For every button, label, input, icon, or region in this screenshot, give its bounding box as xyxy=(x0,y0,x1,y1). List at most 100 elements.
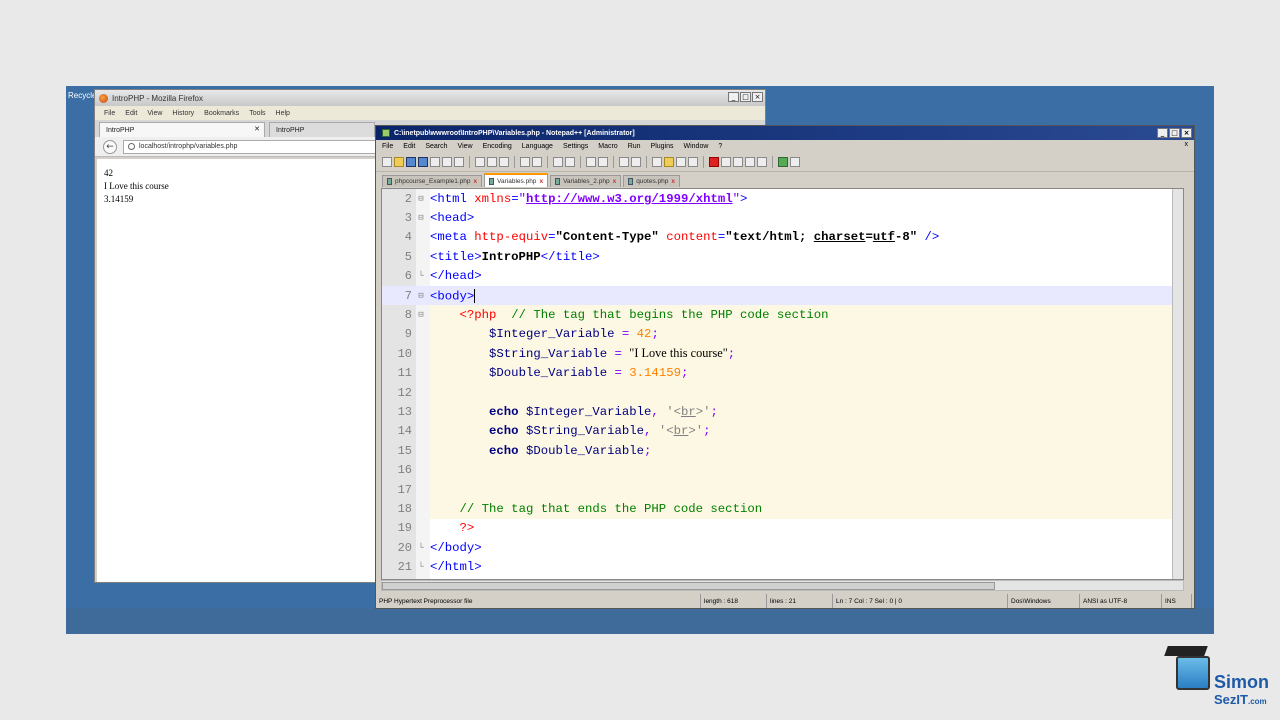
sync-vertical-icon[interactable] xyxy=(619,157,629,167)
run-macro-multiple-icon[interactable] xyxy=(745,157,755,167)
menu-window[interactable]: Window xyxy=(684,143,709,150)
record-macro-icon[interactable] xyxy=(709,157,719,167)
plugin-icon[interactable] xyxy=(790,157,800,167)
find-icon[interactable] xyxy=(553,157,563,167)
menu-view[interactable]: View xyxy=(147,110,162,117)
close-tab-icon[interactable]: x xyxy=(613,178,617,185)
doc-tab-variables-2[interactable]: Variables_2.php x xyxy=(550,175,622,187)
code-line-current[interactable]: 7 ⊟ <body> xyxy=(382,286,1183,306)
menu-bookmarks[interactable]: Bookmarks xyxy=(204,110,239,117)
menu-file[interactable]: File xyxy=(382,143,393,150)
close-all-icon[interactable] xyxy=(442,157,452,167)
menu-plugins[interactable]: Plugins xyxy=(651,143,674,150)
indent-guide-icon[interactable] xyxy=(676,157,686,167)
code-line[interactable]: 4 <meta http-equiv="Content-Type" content… xyxy=(382,228,1183,247)
menu-edit[interactable]: Edit xyxy=(125,110,137,117)
fold-marker-icon[interactable]: ⊟ xyxy=(412,310,430,320)
zoom-out-icon[interactable] xyxy=(598,157,608,167)
code-line[interactable]: 21 └ </html> xyxy=(382,558,1183,577)
code-line[interactable]: 6 └ </head> xyxy=(382,267,1183,286)
fold-marker-icon[interactable]: ⊟ xyxy=(412,291,430,301)
menu-run[interactable]: Run xyxy=(628,143,641,150)
paste-icon[interactable] xyxy=(499,157,509,167)
menu-edit[interactable]: Edit xyxy=(403,143,415,150)
user-language-icon[interactable] xyxy=(688,157,698,167)
menu-language[interactable]: Language xyxy=(522,143,553,150)
code-editor[interactable]: 2 ⊟ <html xmlns="http://www.w3.org/1999/xh… xyxy=(381,188,1184,580)
menu-help[interactable]: ? xyxy=(718,143,722,150)
close-tab-icon[interactable]: x xyxy=(671,178,675,185)
vertical-scrollbar[interactable] xyxy=(1172,189,1183,579)
play-macro-icon[interactable] xyxy=(733,157,743,167)
close-button[interactable]: × xyxy=(752,92,763,102)
new-file-icon[interactable] xyxy=(382,157,392,167)
close-file-icon[interactable] xyxy=(430,157,440,167)
code-line[interactable]: 13 echo $Integer_Variable, '<br>'; xyxy=(382,402,1183,421)
spell-check-icon[interactable] xyxy=(778,157,788,167)
show-all-chars-icon[interactable] xyxy=(664,157,674,167)
tab-intro-php[interactable]: IntroPHP xyxy=(269,122,375,137)
code-line[interactable]: 15 echo $Double_Variable; xyxy=(382,441,1183,460)
tab-label: IntroPHP xyxy=(276,126,305,134)
print-icon[interactable] xyxy=(454,157,464,167)
code-line[interactable]: 2 ⊟ <html xmlns="http://www.w3.org/1999/xh… xyxy=(382,189,1183,208)
code-line[interactable]: 8 ⊟ <?php // The tag that begins the PHP … xyxy=(382,305,1183,324)
save-macro-icon[interactable] xyxy=(757,157,767,167)
menu-view[interactable]: View xyxy=(458,143,473,150)
copy-icon[interactable] xyxy=(487,157,497,167)
close-button[interactable]: × xyxy=(1181,128,1192,138)
code-line[interactable]: 16 xyxy=(382,461,1183,480)
code-line[interactable]: 17 xyxy=(382,480,1183,499)
undo-icon[interactable] xyxy=(520,157,530,167)
minimize-button[interactable]: _ xyxy=(728,92,739,102)
code-line[interactable]: 3 ⊟ <head> xyxy=(382,208,1183,227)
replace-icon[interactable] xyxy=(565,157,575,167)
redo-icon[interactable] xyxy=(532,157,542,167)
tab-close-icon[interactable]: ✕ xyxy=(254,125,260,133)
npp-titlebar[interactable]: C:\inetpub\wwwroot\IntroPHP\Variables.ph… xyxy=(376,126,1194,140)
code-line[interactable]: 10 $String_Variable = "I Love this cours… xyxy=(382,344,1183,363)
url-bar[interactable]: localhost/introphp/variables.php xyxy=(123,139,383,154)
tab-intro-php-active[interactable]: IntroPHP ✕ xyxy=(99,122,265,137)
scrollbar-thumb[interactable] xyxy=(382,582,995,590)
cut-icon[interactable] xyxy=(475,157,485,167)
code-line[interactable]: 19 ?> xyxy=(382,519,1183,538)
menu-search[interactable]: Search xyxy=(425,143,447,150)
menu-encoding[interactable]: Encoding xyxy=(483,143,512,150)
doc-tab-variables[interactable]: Variables.php x xyxy=(484,173,549,187)
code-line[interactable]: 20 └ </body> xyxy=(382,538,1183,557)
menu-settings[interactable]: Settings xyxy=(563,143,588,150)
doc-tab-quotes[interactable]: quotes.php x xyxy=(623,175,680,187)
menu-macro[interactable]: Macro xyxy=(598,143,617,150)
fold-marker-icon[interactable]: ⊟ xyxy=(412,213,430,223)
maximize-button[interactable]: □ xyxy=(1169,128,1180,138)
word-wrap-icon[interactable] xyxy=(652,157,662,167)
sync-horizontal-icon[interactable] xyxy=(631,157,641,167)
close-tab-icon[interactable]: x xyxy=(474,178,478,185)
menu-file[interactable]: File xyxy=(104,110,115,117)
back-arrow-icon[interactable]: ← xyxy=(103,139,117,154)
close-tab-icon[interactable]: x xyxy=(539,178,543,185)
close-doc-icon[interactable]: x xyxy=(1185,141,1189,148)
open-file-icon[interactable] xyxy=(394,157,404,167)
code-line[interactable]: 11 $Double_Variable = 3.14159; xyxy=(382,364,1183,383)
save-all-icon[interactable] xyxy=(418,157,428,167)
code-line[interactable]: 12 xyxy=(382,383,1183,402)
zoom-in-icon[interactable] xyxy=(586,157,596,167)
code-line[interactable]: 14 echo $String_Variable, '<br>'; xyxy=(382,422,1183,441)
code-line[interactable]: 5 <title>IntroPHP</title> xyxy=(382,247,1183,266)
menu-history[interactable]: History xyxy=(172,110,194,117)
firefox-titlebar[interactable]: IntroPHP - Mozilla Firefox _ □ × xyxy=(95,90,765,106)
horizontal-scrollbar[interactable] xyxy=(381,580,1184,591)
code-line[interactable]: 18 // The tag that ends the PHP code sec… xyxy=(382,499,1183,518)
menu-tools[interactable]: Tools xyxy=(249,110,265,117)
maximize-button[interactable]: □ xyxy=(740,92,751,102)
stop-macro-icon[interactable] xyxy=(721,157,731,167)
save-icon[interactable] xyxy=(406,157,416,167)
minimize-button[interactable]: _ xyxy=(1157,128,1168,138)
menu-help[interactable]: Help xyxy=(276,110,290,117)
doc-tab-phpcourse-example1[interactable]: phpcourse_Example1.php x xyxy=(382,175,483,187)
code-text: <body> xyxy=(430,288,476,303)
code-line[interactable]: 9 $Integer_Variable = 42; xyxy=(382,325,1183,344)
fold-marker-icon[interactable]: ⊟ xyxy=(412,194,430,204)
